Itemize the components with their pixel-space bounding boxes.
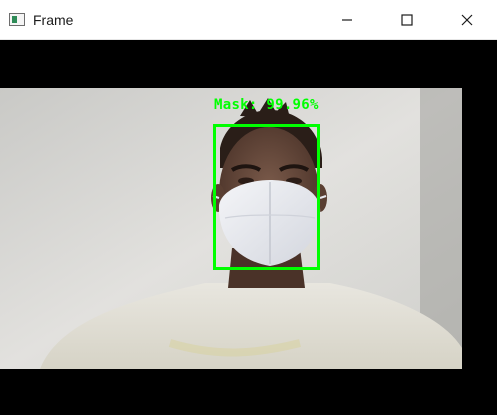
detection-label: Mask: 99.96% bbox=[214, 97, 319, 113]
minimize-button[interactable] bbox=[317, 0, 377, 40]
maximize-icon bbox=[401, 14, 413, 26]
close-icon bbox=[461, 14, 473, 26]
title-bar[interactable]: Frame bbox=[0, 0, 497, 40]
window-title: Frame bbox=[33, 11, 74, 28]
app-window: Frame Mask: 99.96% bbox=[0, 0, 497, 415]
video-display: Mask: 99.96% bbox=[0, 40, 497, 415]
window-app-icon bbox=[9, 13, 25, 26]
minimize-icon bbox=[342, 19, 352, 21]
face-detection-box bbox=[213, 124, 320, 270]
close-button[interactable] bbox=[437, 0, 497, 40]
window-controls bbox=[317, 0, 497, 40]
maximize-button[interactable] bbox=[377, 0, 437, 40]
